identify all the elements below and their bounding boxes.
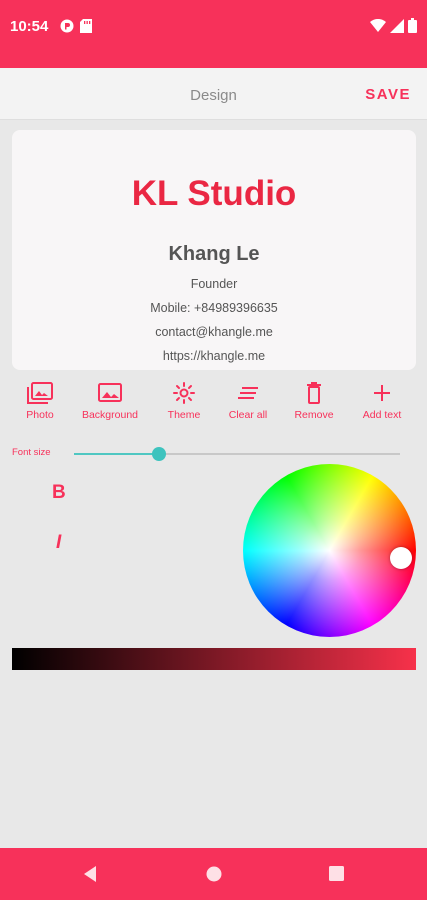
sd-card-icon: [80, 19, 92, 33]
recents-icon[interactable]: [328, 865, 345, 882]
save-button[interactable]: SAVE: [365, 86, 411, 103]
navigation-bar: [0, 848, 427, 900]
add-text-button[interactable]: Add text: [342, 380, 422, 421]
clear-all-icon: [238, 387, 258, 399]
page-title: Design: [190, 87, 237, 104]
card-name[interactable]: Khang Le: [12, 243, 416, 266]
battery-icon: [408, 18, 417, 33]
status-time: 10:54: [10, 18, 49, 35]
back-icon[interactable]: [82, 865, 98, 883]
photo-label: Photo: [26, 409, 54, 421]
photo-library-icon: [27, 382, 53, 404]
font-size-label: Font size: [12, 447, 51, 458]
home-icon[interactable]: [205, 865, 223, 883]
font-size-slider-thumb[interactable]: [151, 447, 166, 461]
card-email[interactable]: contact@khangle.me: [12, 325, 416, 339]
background-button[interactable]: Background: [70, 380, 150, 421]
header-strip: [0, 56, 427, 68]
wifi-icon: [370, 18, 386, 32]
card-mobile[interactable]: Mobile: +84989396635: [12, 301, 416, 315]
card-website[interactable]: https://khangle.me: [12, 349, 416, 363]
bold-button[interactable]: B: [52, 482, 66, 504]
add-icon: [374, 385, 390, 401]
card-job-title[interactable]: Founder: [12, 277, 416, 291]
cellular-signal-icon: [390, 18, 404, 33]
card-company[interactable]: KL Studio: [12, 174, 416, 214]
vpn-key-icon: [60, 19, 74, 33]
italic-button[interactable]: I: [56, 532, 61, 554]
design-toolbar: Photo Background Theme Clear all Remove …: [0, 380, 427, 430]
color-wheel-thumb[interactable]: [390, 547, 412, 569]
status-bar: 10:54: [0, 0, 427, 56]
brightness-slider[interactable]: [12, 648, 416, 670]
color-wheel[interactable]: [243, 464, 416, 637]
color-wheel-saturation: [243, 464, 416, 637]
font-size-row: Font size: [0, 440, 427, 466]
card-preview[interactable]: KL Studio Khang Le Founder Mobile: +8498…: [12, 130, 416, 370]
add-text-label: Add text: [362, 409, 402, 421]
delete-icon: [307, 382, 321, 404]
photo-button[interactable]: Photo: [0, 380, 80, 421]
theme-icon: [173, 382, 195, 404]
font-size-slider[interactable]: [74, 447, 400, 461]
image-icon: [98, 383, 122, 402]
app-bar: Design SAVE: [0, 68, 427, 120]
background-label: Background: [81, 409, 139, 421]
font-size-slider-fill: [74, 453, 159, 455]
